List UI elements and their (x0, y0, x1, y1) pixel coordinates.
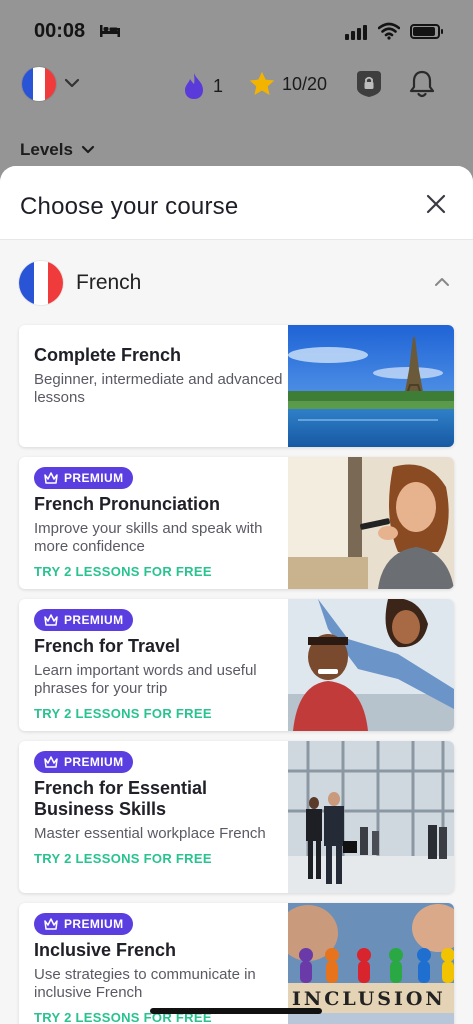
course-description: Learn important words and useful phrases… (34, 662, 257, 697)
levels-dropdown[interactable]: Levels (20, 140, 95, 160)
notification-bell-icon[interactable] (408, 69, 436, 99)
course-description: Beginner, intermediate and advanced less… (34, 371, 283, 406)
try-free-link[interactable]: TRY 2 LESSONS FOR FREE (34, 851, 284, 866)
language-section-header[interactable]: French (0, 240, 473, 322)
crown-icon (44, 918, 58, 930)
french-flag-icon (19, 261, 63, 305)
course-description: Improve your skills and speak with more … (34, 520, 263, 555)
close-icon (426, 194, 446, 214)
premium-badge: PREMIUM (34, 609, 134, 631)
streak-counter[interactable]: 1 (183, 72, 223, 100)
course-title: Inclusive French (34, 940, 177, 960)
sheet-title: Choose your course (20, 193, 239, 220)
chevron-up-icon[interactable] (432, 274, 452, 290)
crown-icon (44, 472, 58, 484)
levels-label: Levels (20, 140, 73, 159)
premium-badge: PREMIUM (34, 913, 134, 935)
choose-course-sheet: Choose your course French Complete Frenc… (0, 166, 473, 1024)
course-card-french-pronunciation[interactable]: PREMIUM French Pronunciation Improve you… (19, 457, 454, 589)
language-name: French (76, 271, 142, 294)
status-time: 00:08 (34, 20, 86, 42)
premium-badge: PREMIUM (34, 467, 134, 489)
course-description: Master essential workplace French (34, 825, 266, 842)
wifi-icon (378, 22, 400, 40)
premium-badge: PREMIUM (34, 751, 134, 773)
travel-couple-photo (288, 599, 454, 731)
flame-icon (185, 73, 203, 99)
business-people-photo (288, 741, 454, 893)
course-title: Complete French (34, 345, 182, 365)
woman-speaking-phone-photo (288, 457, 454, 589)
lock-shield-icon[interactable] (356, 70, 382, 98)
battery-icon (410, 24, 443, 39)
inclusion-blocks-photo: INCLUSION (288, 903, 454, 1024)
status-bar: 00:08 (0, 0, 473, 62)
sheet-header: Choose your course (0, 166, 473, 240)
course-card-inclusive-french[interactable]: PREMIUM Inclusive French Use strategies … (19, 903, 454, 1024)
star-icon (249, 71, 275, 95)
home-indicator[interactable] (150, 1008, 322, 1014)
course-flag-button[interactable] (22, 67, 56, 101)
crown-icon (44, 614, 58, 626)
try-free-link[interactable]: TRY 2 LESSONS FOR FREE (34, 706, 284, 721)
try-free-link[interactable]: TRY 2 LESSONS FOR FREE (34, 564, 284, 579)
inclusion-text: INCLUSION (292, 988, 446, 1010)
stars-count: 10/20 (282, 73, 328, 94)
chevron-down-icon (81, 145, 95, 154)
eiffel-tower-photo (288, 325, 454, 447)
stars-counter[interactable]: 10/20 (248, 70, 327, 98)
course-title: French for Travel (34, 636, 181, 656)
top-bar: 1 10/20 (0, 64, 473, 104)
cellular-signal-icon (345, 25, 367, 40)
bed-icon (100, 25, 120, 37)
course-title: French for Essential Business Skills (34, 778, 208, 819)
crown-icon (44, 756, 58, 768)
course-description: Use strategies to communicate in inclusi… (34, 966, 256, 1001)
course-card-french-business[interactable]: PREMIUM French for Essential Business Sk… (19, 741, 454, 893)
close-button[interactable] (422, 190, 450, 218)
chevron-down-icon[interactable] (64, 76, 80, 90)
course-card-complete-french[interactable]: Complete French Beginner, intermediate a… (19, 325, 454, 447)
streak-count: 1 (213, 75, 224, 96)
course-card-french-for-travel[interactable]: PREMIUM French for Travel Learn importan… (19, 599, 454, 731)
course-title: French Pronunciation (34, 494, 221, 514)
